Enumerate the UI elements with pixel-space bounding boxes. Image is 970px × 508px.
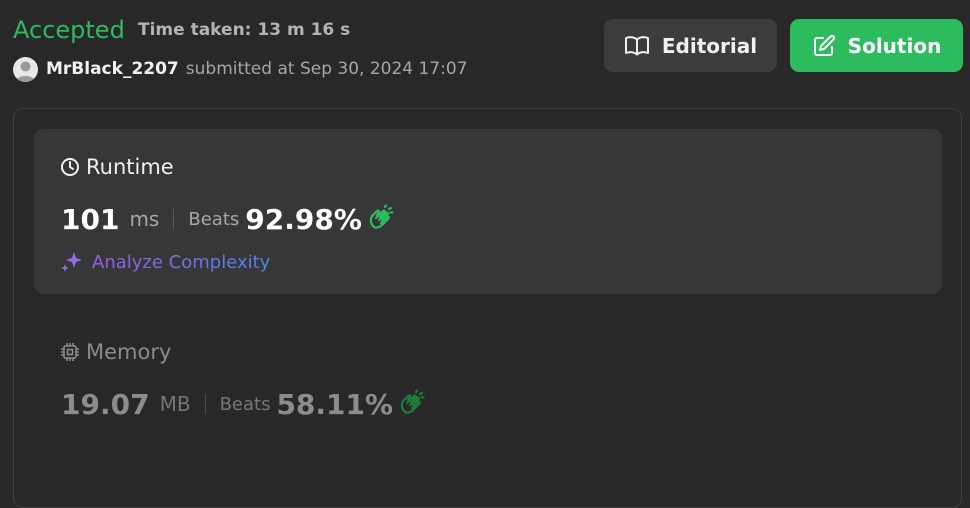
analyze-complexity-label: Analyze Complexity — [92, 251, 271, 273]
runtime-value: 101 — [61, 202, 120, 236]
runtime-stats: 101 ms Beats 92.98% — [61, 201, 394, 237]
memory-stats: 19.07 MB Beats 58.11% — [61, 386, 425, 422]
memory-value: 19.07 — [61, 387, 150, 421]
stat-divider — [204, 394, 206, 414]
chip-icon — [60, 342, 80, 362]
editorial-label: Editorial — [661, 33, 758, 58]
stat-divider — [173, 209, 175, 229]
runtime-beats-percent: 92.98% — [245, 202, 362, 236]
runtime-beats-label: Beats — [188, 208, 240, 230]
editorial-button[interactable]: Editorial — [604, 19, 777, 72]
memory-beats-percent: 58.11% — [276, 387, 394, 421]
sparkle-icon — [60, 250, 84, 274]
submission-status: Accepted — [13, 16, 125, 44]
clock-icon — [60, 157, 80, 177]
memory-title[interactable]: Memory — [60, 338, 171, 366]
clapping-hands-icon — [368, 204, 394, 234]
memory-title-label: Memory — [86, 340, 172, 364]
open-book-icon — [624, 35, 650, 57]
time-taken: Time taken: 13 m 16 s — [138, 20, 351, 40]
memory-unit: MB — [159, 392, 191, 416]
memory-beats-label: Beats — [219, 393, 271, 415]
runtime-title: Runtime — [60, 153, 174, 181]
submission-author-row: MrBlack_2207 submitted at Sep 30, 2024 1… — [13, 56, 468, 82]
solution-label: Solution — [847, 33, 942, 58]
username-link[interactable]: MrBlack_2207 — [46, 59, 179, 79]
analyze-complexity-link[interactable]: Analyze Complexity — [60, 249, 270, 275]
submitted-timestamp: submitted at Sep 30, 2024 17:07 — [185, 59, 468, 79]
runtime-unit: ms — [129, 207, 160, 231]
user-avatar[interactable] — [13, 56, 38, 82]
runtime-title-label: Runtime — [86, 155, 174, 179]
edit-icon — [812, 34, 836, 58]
solution-button[interactable]: Solution — [790, 19, 963, 72]
clapping-hands-icon — [399, 389, 425, 419]
